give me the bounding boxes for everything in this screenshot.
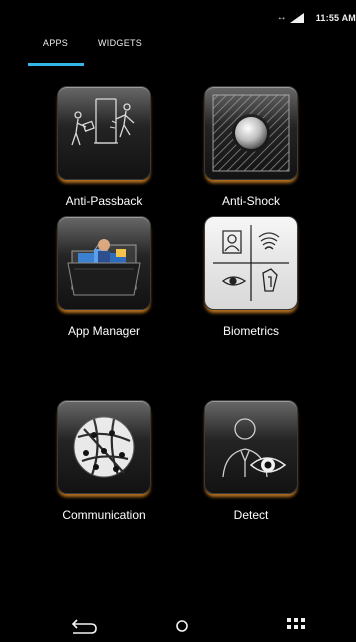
app-label: App Manager: [67, 324, 141, 338]
back-icon: [71, 619, 97, 634]
biometrics-icon: [204, 216, 298, 310]
app-anti-shock[interactable]: Anti-Shock: [181, 86, 321, 208]
anti-shock-icon: [204, 86, 298, 180]
home-button[interactable]: [160, 612, 204, 638]
status-icons: ↔ 11:55 AM: [277, 12, 356, 23]
status-bar: ↔ 11:55 AM: [0, 0, 356, 24]
tab-widgets[interactable]: WIDGETS: [98, 38, 148, 68]
app-label: Communication: [62, 508, 146, 522]
app-drawer-icon: [287, 618, 305, 629]
app-anti-passback[interactable]: Anti-Passback: [34, 86, 174, 208]
app-app-manager[interactable]: App Manager: [34, 216, 174, 338]
app-detect[interactable]: Detect: [181, 400, 321, 522]
drawer-tabs: APPS WIDGETS: [28, 38, 148, 68]
app-drawer-screen: ↔ 11:55 AM APPS WIDGETS Anti-Passback An…: [0, 0, 356, 642]
anti-passback-icon: [57, 86, 151, 180]
app-label: Biometrics: [222, 324, 279, 338]
data-activity-icon: ↔: [276, 12, 287, 23]
detect-icon: [204, 400, 298, 494]
app-label: Anti-Shock: [221, 194, 281, 208]
home-icon: [176, 620, 188, 632]
status-time: 11:55 AM: [315, 12, 356, 23]
active-tab-indicator: [28, 63, 84, 66]
app-communication[interactable]: Communication: [34, 400, 174, 522]
navigation-bar: [0, 608, 356, 642]
communication-icon: [57, 400, 151, 494]
back-button[interactable]: [63, 612, 107, 638]
app-manager-icon: [57, 216, 151, 310]
app-drawer-button[interactable]: [274, 612, 318, 638]
app-label: Detect: [233, 508, 269, 522]
app-label: Anti-Passback: [65, 194, 143, 208]
signal-strength-icon: [289, 12, 304, 23]
app-biometrics[interactable]: Biometrics: [181, 216, 321, 338]
